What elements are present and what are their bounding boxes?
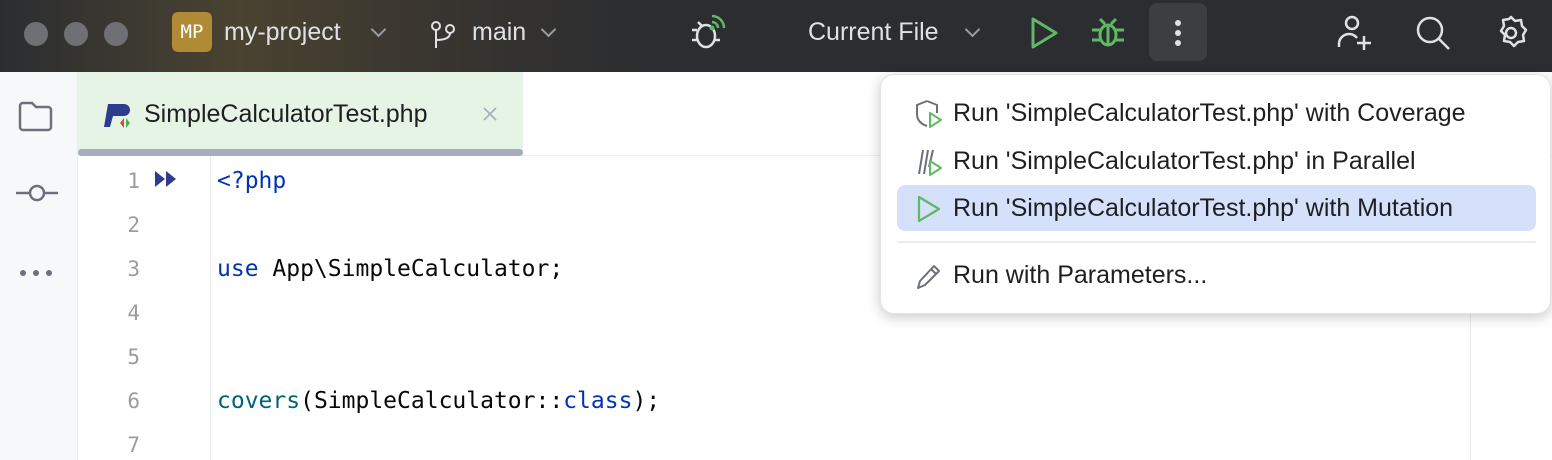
settings-gear-icon[interactable]: [1492, 14, 1530, 52]
search-icon[interactable]: [1414, 14, 1452, 52]
kebab-menu-icon: [1175, 20, 1181, 46]
function-name: covers: [217, 388, 301, 414]
tool-window-strip: [0, 72, 78, 460]
more-tool-windows-icon[interactable]: [18, 268, 54, 278]
run-config-selector[interactable]: Current File: [808, 18, 939, 47]
debug-icon[interactable]: [1090, 14, 1126, 50]
menu-item-run-in-parallel[interactable]: Run 'SimpleCalculatorTest.php' in Parall…: [897, 138, 1536, 184]
branch-icon: [431, 21, 455, 48]
pencil-icon: [917, 265, 940, 289]
more-actions-button[interactable]: [1149, 3, 1207, 61]
coverage-icon: [916, 100, 942, 128]
chevron-down-icon: [540, 21, 557, 38]
menu-item-label: Run with Parameters...: [953, 261, 1208, 289]
code-text: );: [632, 388, 661, 414]
window-minimize-button[interactable]: [64, 22, 88, 46]
active-tab-indicator: [78, 149, 523, 156]
keyword: class: [563, 388, 633, 414]
project-avatar[interactable]: MP: [172, 12, 212, 52]
code-text: App\SimpleCalculator;: [258, 256, 564, 282]
project-folder-icon[interactable]: [17, 100, 55, 132]
php-open-tag: <?php: [217, 168, 287, 194]
editor-gutter: [78, 156, 211, 460]
window-close-button[interactable]: [24, 22, 48, 46]
add-user-icon[interactable]: [1336, 14, 1374, 52]
title-bar: MP my-project main Current File: [0, 0, 1552, 72]
line-number: 5: [127, 345, 140, 369]
menu-item-run-with-mutation[interactable]: Run 'SimpleCalculatorTest.php' with Muta…: [897, 185, 1536, 231]
line-number: 1: [127, 169, 140, 193]
run-icon[interactable]: [1030, 16, 1060, 50]
window-zoom-button[interactable]: [104, 22, 128, 46]
menu-item-label: Run 'SimpleCalculatorTest.php' with Muta…: [953, 194, 1454, 222]
tab-label: SimpleCalculatorTest.php: [144, 100, 428, 128]
keyword: use: [217, 256, 259, 282]
close-icon[interactable]: [483, 107, 497, 121]
commit-icon[interactable]: [16, 182, 58, 204]
run-options-popup: Run 'SimpleCalculatorTest.php' with Cove…: [880, 74, 1551, 314]
line-number: 6: [127, 389, 140, 413]
code-line-6[interactable]: covers(SimpleCalculator::class);: [217, 388, 660, 414]
pest-file-icon: [104, 104, 130, 128]
project-selector[interactable]: my-project: [224, 18, 341, 47]
code-line-3[interactable]: use App\SimpleCalculator;: [217, 256, 563, 282]
line-number: 4: [127, 301, 140, 325]
menu-item-label: Run 'SimpleCalculatorTest.php' in Parall…: [953, 147, 1416, 175]
menu-item-run-with-coverage[interactable]: Run 'SimpleCalculatorTest.php' with Cove…: [897, 90, 1536, 136]
code-text: (SimpleCalculator::: [300, 388, 564, 414]
parallel-icon: [918, 149, 942, 176]
menu-separator: [897, 241, 1536, 243]
chevron-down-icon: [370, 21, 387, 38]
line-number: 2: [127, 213, 140, 237]
run-icon: [917, 195, 941, 223]
debug-attach-icon[interactable]: [688, 12, 728, 52]
tab-simplecalculatortest[interactable]: SimpleCalculatorTest.php: [78, 72, 523, 156]
run-tests-gutter-icon[interactable]: [154, 170, 178, 188]
line-number: 7: [127, 433, 140, 457]
branch-selector[interactable]: main: [472, 18, 526, 47]
menu-item-label: Run 'SimpleCalculatorTest.php' with Cove…: [953, 99, 1466, 127]
menu-item-run-with-parameters[interactable]: Run with Parameters...: [897, 252, 1536, 298]
line-number: 3: [127, 257, 140, 281]
code-line-1[interactable]: <?php: [217, 168, 286, 194]
chevron-down-icon: [964, 21, 981, 38]
